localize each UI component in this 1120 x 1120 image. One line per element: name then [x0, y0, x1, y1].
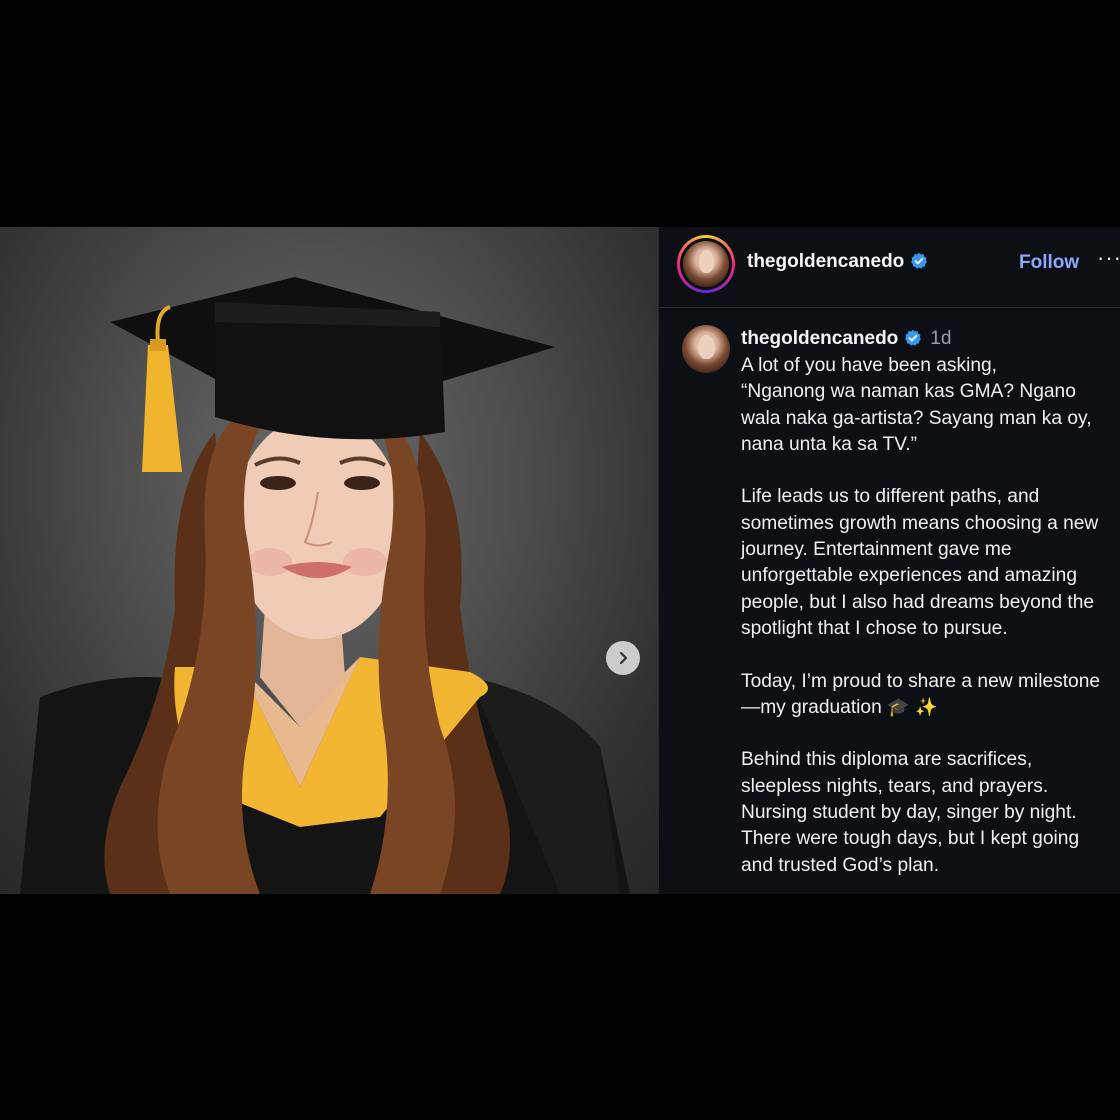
caption-text: A lot of you have been asking, “Nganong … — [741, 353, 1113, 894]
graduation-portrait-image — [20, 277, 630, 894]
instagram-post-view: thegoldencanedo Follow ··· thegoldencane… — [0, 227, 1120, 894]
caption-meta: thegoldencanedo 1d — [741, 328, 951, 350]
avatar — [683, 241, 729, 287]
graduation-emoji-icons: 🎓 ✨ — [887, 696, 938, 718]
timestamp[interactable]: 1d — [930, 328, 951, 349]
verified-badge-icon — [911, 252, 928, 269]
avatar[interactable] — [682, 325, 730, 373]
story-ring[interactable] — [677, 235, 735, 293]
username-text: thegoldencanedo — [747, 251, 905, 272]
caption-username[interactable]: thegoldencanedo — [741, 328, 898, 349]
post-header: thegoldencanedo Follow ··· — [659, 227, 1120, 308]
caption-paragraph-4: Behind this diploma are sacrifices, slee… — [741, 749, 1080, 876]
caption-paragraph-2: Life leads us to different paths, and so… — [741, 486, 1099, 639]
username-link[interactable]: thegoldencanedo — [747, 251, 928, 273]
caption-paragraph-1: A lot of you have been asking, “Nganong … — [741, 355, 1092, 455]
follow-button[interactable]: Follow — [1019, 252, 1079, 274]
post-photo[interactable] — [0, 227, 658, 894]
next-photo-button[interactable] — [606, 641, 640, 675]
more-options-icon[interactable]: ··· — [1097, 245, 1120, 271]
post-side-panel: thegoldencanedo Follow ··· thegoldencane… — [659, 227, 1120, 894]
caption-paragraph-3: Today, I’m proud to share a new mileston… — [741, 669, 1113, 722]
verified-badge-icon — [905, 329, 922, 346]
chevron-right-icon — [619, 651, 628, 665]
